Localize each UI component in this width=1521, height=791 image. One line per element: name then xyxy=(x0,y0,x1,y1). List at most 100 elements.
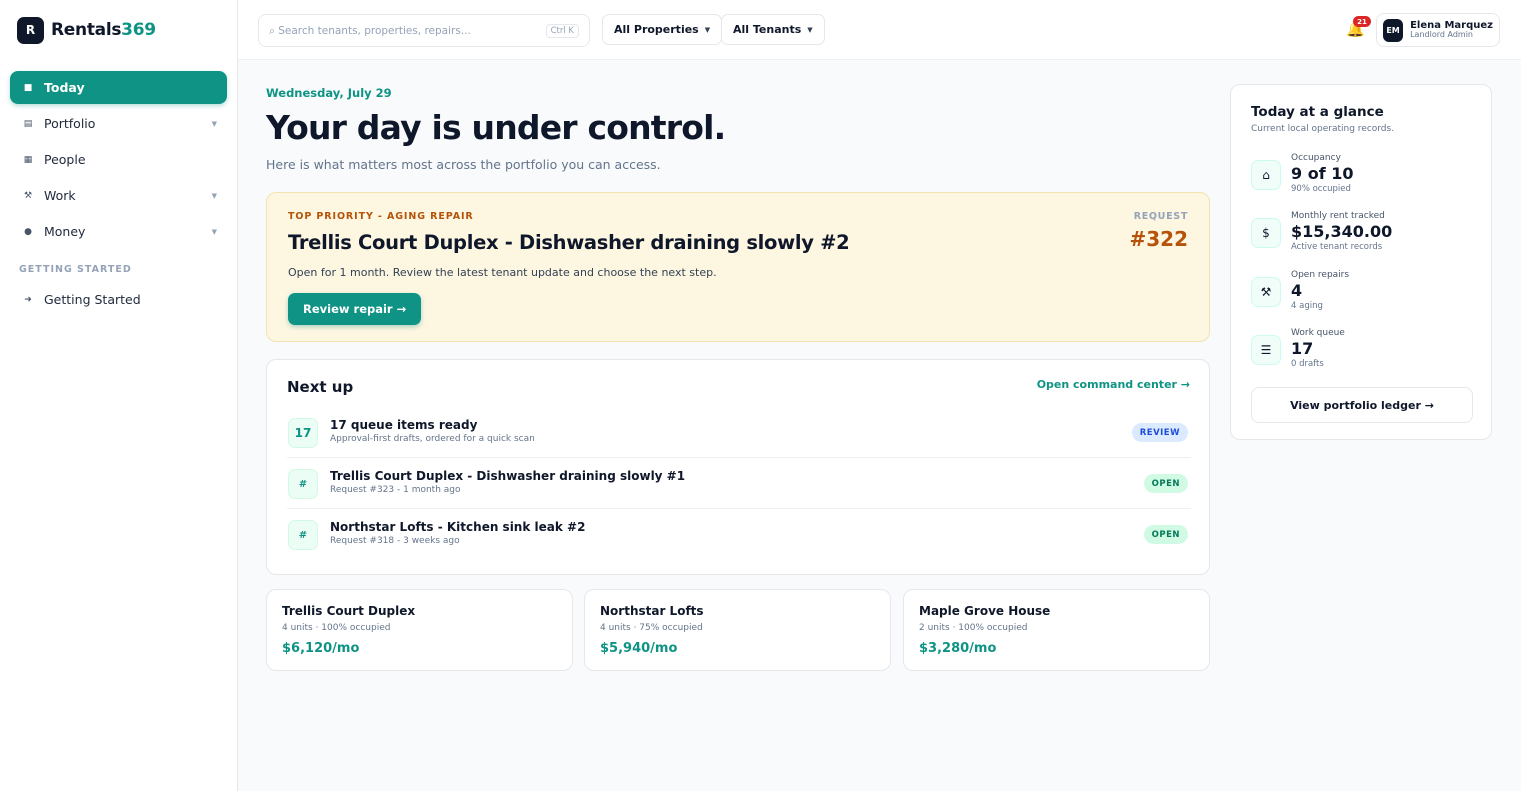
search-shortcut: Ctrl K xyxy=(545,23,579,38)
priority-description: Open for 1 month. Review the latest tena… xyxy=(288,266,717,279)
property-meta: 4 units · 75% occupied xyxy=(600,623,703,633)
sidebar-section-label: GETTING STARTED xyxy=(19,264,132,275)
next-up-card: Next up Open command center → 17 17 queu… xyxy=(266,359,1210,575)
sidebar-item-people[interactable]: ▦ People xyxy=(10,143,227,176)
stat-value: $15,340.00 xyxy=(1291,222,1393,241)
topbar: Ctrl K All Properties ▼ All Tenants ▼ 🔔 … xyxy=(238,0,1521,60)
tools-icon: ⚒ xyxy=(1251,277,1281,307)
list-item[interactable]: # Northstar Lofts - Kitchen sink leak #2… xyxy=(287,509,1191,560)
hash-icon: # xyxy=(288,469,318,499)
request-number[interactable]: #322 xyxy=(1129,227,1188,251)
list-item[interactable]: # Trellis Court Duplex - Dishwasher drai… xyxy=(287,458,1191,509)
stat-monthly-rent: $ Monthly rent tracked $15,340.00 Active… xyxy=(1251,211,1473,261)
status-badge: OPEN xyxy=(1143,525,1188,544)
stat-value: 4 xyxy=(1291,281,1303,300)
brand-name-accent: 369 xyxy=(121,20,156,40)
sidebar: R Rentals369 ■ Today ▤ Portfolio ▼ ▦ Peo… xyxy=(0,0,238,791)
user-info: Elena Marquez Landlord Admin xyxy=(1410,20,1493,40)
square-icon: ■ xyxy=(23,82,33,93)
brand-name-primary: Rentals xyxy=(51,20,122,40)
home-icon: ⌂ xyxy=(1251,160,1281,190)
user-menu[interactable]: EM Elena Marquez Landlord Admin xyxy=(1376,13,1500,47)
sidebar-item-label: Today xyxy=(44,80,85,95)
status-badge: REVIEW xyxy=(1131,423,1188,442)
page-title: Your day is under control. xyxy=(266,108,726,147)
stat-label: Open repairs xyxy=(1291,270,1350,280)
stat-note: 90% occupied xyxy=(1291,184,1351,194)
brand-logo: R xyxy=(17,16,44,44)
stat-label: Occupancy xyxy=(1291,153,1341,163)
sidebar-item-label: Portfolio xyxy=(44,116,96,131)
chevron-down-icon: ▼ xyxy=(211,119,217,128)
property-name: Northstar Lofts xyxy=(600,604,704,618)
search-box[interactable]: Ctrl K xyxy=(258,14,590,47)
list-item-title: Northstar Lofts - Kitchen sink leak #2 xyxy=(330,520,586,534)
sidebar-item-today[interactable]: ■ Today xyxy=(10,71,227,104)
stat-work-queue: ☰ Work queue 17 0 drafts xyxy=(1251,328,1473,378)
chevron-down-icon: ▼ xyxy=(211,191,217,200)
property-name: Maple Grove House xyxy=(919,604,1051,618)
property-card-northstar[interactable]: Northstar Lofts 4 units · 75% occupied $… xyxy=(584,589,891,671)
stat-value: 9 of 10 xyxy=(1291,164,1354,183)
sidebar-nav: ■ Today ▤ Portfolio ▼ ▦ People ⚒ Work ▼ … xyxy=(0,60,237,316)
property-name: Trellis Court Duplex xyxy=(282,604,416,618)
priority-title: Trellis Court Duplex - Dishwasher draini… xyxy=(288,231,850,254)
stat-label: Monthly rent tracked xyxy=(1291,211,1385,221)
people-icon: ▦ xyxy=(23,154,33,165)
sidebar-item-work[interactable]: ⚒ Work ▼ xyxy=(10,179,227,212)
list-item-title: Trellis Court Duplex - Dishwasher draini… xyxy=(330,469,686,483)
sidebar-item-money[interactable]: ● Money ▼ xyxy=(10,215,227,248)
chevron-down-icon: ▼ xyxy=(704,25,711,34)
stat-note: Active tenant records xyxy=(1291,242,1383,252)
notification-badge: 21 xyxy=(1353,16,1371,27)
list-item-subtitle: Request #318 - 3 weeks ago xyxy=(330,536,460,546)
tenants-filter-label: All Tenants xyxy=(733,23,802,36)
glance-panel: Today at a glance Current local operatin… xyxy=(1230,84,1492,440)
brand-name: Rentals369 xyxy=(51,20,156,40)
properties-filter[interactable]: All Properties ▼ xyxy=(602,14,723,45)
property-cards: Trellis Court Duplex 4 units · 100% occu… xyxy=(266,589,1210,671)
page-subtitle: Here is what matters most across the por… xyxy=(266,157,661,172)
list-item-title: 17 queue items ready xyxy=(330,418,478,432)
properties-filter-label: All Properties xyxy=(614,23,699,36)
arrow-right-icon: ➜ xyxy=(24,294,32,305)
queue-count-icon: 17 xyxy=(288,418,318,448)
property-rent: $3,280/mo xyxy=(919,641,997,656)
open-command-center-link[interactable]: Open command center → xyxy=(1037,378,1190,391)
view-portfolio-ledger-button[interactable]: View portfolio ledger → xyxy=(1251,387,1473,423)
tools-icon: ⚒ xyxy=(23,190,33,201)
request-label: REQUEST xyxy=(1133,211,1188,222)
top-priority-card: TOP PRIORITY - AGING REPAIR Trellis Cour… xyxy=(266,192,1210,342)
sidebar-item-getting-started[interactable]: ➜ Getting Started xyxy=(10,283,227,316)
current-date: Wednesday, July 29 xyxy=(266,86,392,100)
property-meta: 4 units · 100% occupied xyxy=(282,623,391,633)
property-card-maple-grove[interactable]: Maple Grove House 2 units · 100% occupie… xyxy=(903,589,1210,671)
property-rent: $6,120/mo xyxy=(282,641,360,656)
sidebar-item-label: Money xyxy=(44,224,86,239)
review-repair-button[interactable]: Review repair → xyxy=(288,293,422,325)
stat-open-repairs: ⚒ Open repairs 4 4 aging xyxy=(1251,270,1473,320)
sidebar-item-label: Getting Started xyxy=(44,292,141,307)
tenants-filter[interactable]: All Tenants ▼ xyxy=(721,14,825,45)
priority-kicker: TOP PRIORITY - AGING REPAIR xyxy=(288,211,474,222)
sidebar-item-label: People xyxy=(44,152,86,167)
chevron-down-icon: ▼ xyxy=(211,227,217,236)
list-item[interactable]: 17 17 queue items ready Approval-first d… xyxy=(287,407,1191,458)
dollar-icon: $ xyxy=(1251,218,1281,248)
sidebar-item-label: Work xyxy=(44,188,76,203)
hash-icon: # xyxy=(288,520,318,550)
avatar: EM xyxy=(1383,18,1404,42)
stat-value: 17 xyxy=(1291,339,1314,358)
stat-label: Work queue xyxy=(1291,328,1345,338)
brand[interactable]: R Rentals369 xyxy=(0,0,237,60)
list-item-subtitle: Approval-first drafts, ordered for a qui… xyxy=(330,434,535,444)
stat-note: 4 aging xyxy=(1291,301,1323,311)
property-card-trellis[interactable]: Trellis Court Duplex 4 units · 100% occu… xyxy=(266,589,573,671)
glance-title: Today at a glance xyxy=(1251,104,1384,120)
glance-subtitle: Current local operating records. xyxy=(1251,124,1395,134)
search-input[interactable] xyxy=(269,24,546,37)
coin-icon: ● xyxy=(24,226,32,237)
status-badge: OPEN xyxy=(1143,474,1188,493)
chevron-down-icon: ▼ xyxy=(807,25,813,34)
sidebar-item-portfolio[interactable]: ▤ Portfolio ▼ xyxy=(10,107,227,140)
